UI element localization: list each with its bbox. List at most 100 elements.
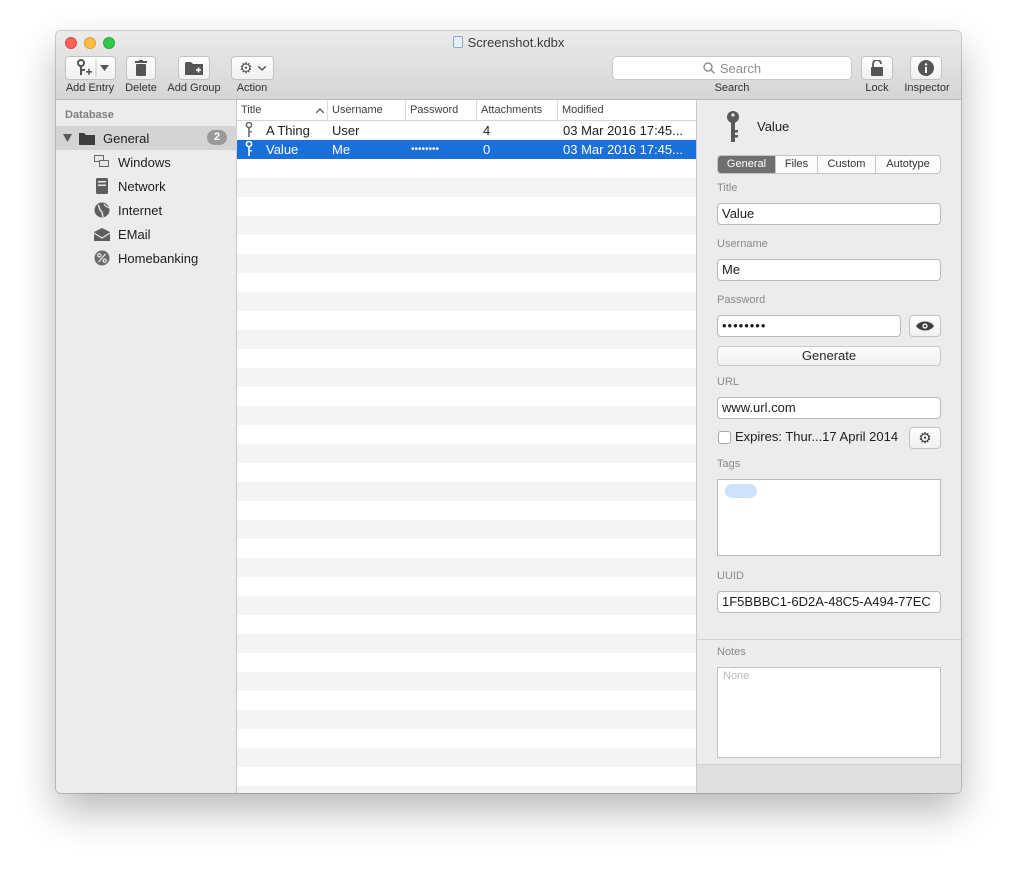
sidebar: Database General 2 Windows Network Inter… [56,100,237,793]
tab-files[interactable]: Files [776,156,818,173]
column-header-attachments[interactable]: Attachments [477,100,558,121]
tab-custom[interactable]: Custom [818,156,876,173]
column-title-label: Title [241,104,262,116]
row-username: User [332,123,360,138]
entry-count-badge: 2 [207,130,227,145]
password-label: Password [717,294,766,306]
row-title: Value [266,142,299,157]
column-header-title[interactable]: Title [237,100,328,121]
sidebar-header: Database [65,109,114,121]
percent-icon [94,250,110,266]
sidebar-item-email[interactable]: EMail [56,222,237,246]
add-entry-button[interactable] [65,56,116,80]
inspector-entry-title: Value [757,119,790,134]
tag-token[interactable] [725,484,757,498]
sidebar-item-internet[interactable]: Internet [56,198,237,222]
sidebar-item-label: Homebanking [118,250,199,266]
key-icon [727,111,739,142]
expires-checkbox[interactable] [718,431,731,444]
url-label: URL [717,376,740,388]
sort-ascending-icon [316,108,324,113]
title-field[interactable]: Value [717,203,941,225]
window-title-text: Screenshot.kdbx [467,35,565,50]
uuid-label: UUID [717,570,744,582]
sidebar-group-general[interactable]: General 2 [56,126,237,150]
tab-autotype[interactable]: Autotype [876,156,940,173]
delete-label: Delete [125,82,157,94]
delete-button[interactable] [126,56,156,80]
lock-button[interactable] [861,56,893,80]
tab-general[interactable]: General [718,156,776,173]
sidebar-item-network[interactable]: Network [56,174,237,198]
inspector-panel: Value General Files Custom Autotype Titl… [696,100,961,793]
row-username: Me [332,142,351,157]
row-attachments: 0 [483,142,491,157]
lock-label: Lock [865,82,889,94]
column-header-username[interactable]: Username [328,100,406,121]
row-modified: 03 Mar 2016 17:45... [563,142,683,157]
username-field[interactable]: Me [717,259,941,281]
tags-field[interactable] [717,479,941,556]
list-header: Title Username Password Attachments Modi… [237,100,696,121]
info-icon [918,60,934,76]
sidebar-item-label: Windows [118,154,171,170]
expiry-settings-button[interactable]: ⚙ [909,427,941,449]
sidebar-item-label: EMail [118,226,151,242]
sidebar-group-label: General [103,130,150,146]
lock-icon [871,60,883,76]
reveal-password-button[interactable] [909,315,941,337]
action-label: Action [236,82,268,94]
sidebar-item-homebanking[interactable]: Homebanking [56,246,237,270]
add-group-button[interactable] [178,56,210,80]
column-header-modified[interactable]: Modified [558,100,696,121]
toolbar: Screenshot.kdbx Add Entry Delete Add Gro… [56,31,961,100]
disclosure-triangle-icon[interactable] [63,134,72,142]
search-icon [703,62,715,74]
row-attachments: 4 [483,123,491,138]
table-row[interactable]: Value Me •••••••• 0 03 Mar 2016 17:45... [237,140,696,159]
search-input[interactable]: Search [612,56,852,80]
notes-label: Notes [717,646,746,658]
eye-icon [916,321,934,331]
trash-icon [135,60,147,76]
password-field[interactable]: •••••••• [717,315,901,337]
entry-list: Title Username Password Attachments Modi… [237,100,696,793]
inspector-button[interactable] [910,56,942,80]
generate-password-button[interactable]: Generate [717,346,941,366]
url-field[interactable]: www.url.com [717,397,941,419]
email-icon [94,226,110,242]
key-icon [245,140,253,162]
inspector-label: Inspector [904,82,950,94]
username-label: Username [717,238,768,250]
add-entry-label: Add Entry [65,82,115,94]
row-title: A Thing [266,123,310,138]
inspector-footer [697,764,961,793]
divider [697,639,961,640]
action-button[interactable]: ⚙ [231,56,274,80]
search-placeholder: Search [719,60,762,76]
column-header-password[interactable]: Password [406,100,477,121]
inspector-tabs: General Files Custom Autotype [717,155,941,174]
add-key-icon [77,59,97,77]
notes-field[interactable]: None [717,667,941,758]
globe-icon [94,202,110,218]
dropdown-arrow-icon[interactable] [100,65,109,71]
expires-label: Expires: Thur...17 April 2014 [735,429,899,444]
search-label: Search [714,82,750,94]
network-icon [94,178,110,194]
list-rows: A Thing User 4 03 Mar 2016 17:45... Valu… [237,121,696,793]
notes-placeholder: None [723,670,750,682]
gear-icon: ⚙ [918,429,932,447]
folder-icon [79,132,95,145]
window-title: Screenshot.kdbx [56,35,961,50]
document-icon [452,36,463,48]
uuid-field[interactable]: 1F5BBBC1-6D2A-48C5-A494-77EC [717,591,941,613]
app-window: Screenshot.kdbx Add Entry Delete Add Gro… [56,31,961,793]
title-label: Title [717,182,738,194]
chevron-down-icon [257,65,266,71]
table-row[interactable]: A Thing User 4 03 Mar 2016 17:45... [237,121,696,140]
row-modified: 03 Mar 2016 17:45... [563,123,683,138]
sidebar-item-label: Network [118,178,166,194]
sidebar-item-windows[interactable]: Windows [56,150,237,174]
add-group-label: Add Group [167,82,221,94]
